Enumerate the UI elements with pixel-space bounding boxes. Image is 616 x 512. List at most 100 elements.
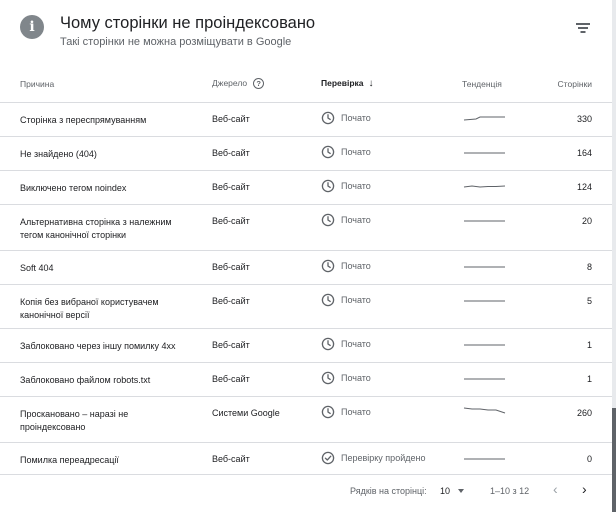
cell-source: Веб-сайт <box>212 170 321 205</box>
clock-icon <box>321 293 341 307</box>
rows-per-page-select[interactable]: 10 <box>440 484 470 498</box>
cell-reason: Сторінка з переспрямуванням <box>0 102 212 137</box>
cell-pages: 260 <box>537 396 612 443</box>
cell-trend <box>462 362 537 397</box>
table-row[interactable]: Копія без вибраної користувачем канонічн… <box>0 284 612 329</box>
trend-sparkline <box>464 300 505 301</box>
cell-source: Веб-сайт <box>212 442 321 475</box>
index-issues-card: i Чому сторінки не проіндексовано Такі с… <box>0 0 612 512</box>
trend-sparkline <box>463 407 506 413</box>
cell-trend <box>462 204 537 251</box>
trend-sparkline <box>464 220 505 221</box>
cell-trend <box>462 136 537 171</box>
cell-validation: Почато <box>321 250 462 285</box>
cell-reason: Заблоковано файлом robots.txt <box>0 362 212 397</box>
rows-per-page-label: Рядків на сторінці: <box>350 486 427 496</box>
cell-reason: Проскановано – наразі не проіндексовано <box>0 396 212 443</box>
validation-status: Почато <box>341 338 371 349</box>
clock-icon <box>321 111 341 125</box>
column-header-validation[interactable]: Перевірка ↓ <box>321 66 462 103</box>
cell-trend <box>462 284 537 329</box>
cell-reason: Виключено тегом noindex <box>0 170 212 205</box>
scrollbar-thumb[interactable] <box>612 408 616 512</box>
table-row[interactable]: Заблоковано через іншу помилку 4xx Веб-са… <box>0 328 612 363</box>
cell-reason: Помилка переадресації <box>0 442 212 475</box>
cell-validation: Почато <box>321 170 462 205</box>
cell-trend <box>462 328 537 363</box>
trend-sparkline <box>464 152 505 153</box>
table-row[interactable]: Виключено тегом noindex Веб-сайт Почато 124 <box>0 170 612 205</box>
cell-pages: 5 <box>537 284 612 329</box>
validation-status: Почато <box>341 294 371 305</box>
cell-reason: Не знайдено (404) <box>0 136 212 171</box>
cell-source: Веб-сайт <box>212 328 321 363</box>
info-icon: i <box>20 15 44 39</box>
cell-reason: Заблоковано через іншу помилку 4xx <box>0 328 212 363</box>
cell-validation: Почато <box>321 136 462 171</box>
cell-pages: 330 <box>537 102 612 137</box>
check-circle-icon <box>321 451 341 465</box>
validation-status: Почато <box>341 406 371 417</box>
filter-icon[interactable] <box>574 20 592 36</box>
pagination: Рядків на сторінці: 10 1–10 з 12 ‹ › <box>0 478 612 504</box>
validation-status: Почато <box>341 146 371 157</box>
clock-icon <box>321 179 341 193</box>
validation-status: Перевірку пройдено <box>341 452 426 463</box>
column-header-trend: Тенденція <box>462 66 537 103</box>
cell-trend <box>462 250 537 285</box>
validation-status: Почато <box>341 112 371 123</box>
rows-per-page-value: 10 <box>440 486 451 496</box>
cell-source: Веб-сайт <box>212 204 321 251</box>
trend-sparkline <box>464 458 505 459</box>
cell-pages: 124 <box>537 170 612 205</box>
column-header-pages[interactable]: Сторінки <box>537 66 612 103</box>
validation-status: Почато <box>341 260 371 271</box>
clock-icon <box>321 371 341 385</box>
table-row[interactable]: Заблоковано файлом robots.txt Веб-сайт Поч… <box>0 362 612 397</box>
trend-sparkline <box>464 266 505 267</box>
clock-icon <box>321 405 341 419</box>
cell-source: Веб-сайт <box>212 250 321 285</box>
cell-trend <box>462 396 537 443</box>
cell-source: Веб-сайт <box>212 136 321 171</box>
card-subtitle: Такі сторінки не можна розміщувати в Goo… <box>60 36 292 48</box>
cell-pages: 164 <box>537 136 612 171</box>
cell-pages: 1 <box>537 328 612 363</box>
cell-pages: 8 <box>537 250 612 285</box>
trend-sparkline <box>464 344 505 345</box>
cell-pages: 0 <box>537 442 612 475</box>
validation-status: Почато <box>341 180 371 191</box>
cell-trend <box>462 102 537 137</box>
validation-status: Почато <box>341 214 371 225</box>
cell-validation: Перевірку пройдено <box>321 442 462 475</box>
table-row[interactable]: Не знайдено (404) Веб-сайт Почато 164 <box>0 136 612 171</box>
pagination-range: 1–10 з 12 <box>490 486 530 496</box>
cell-validation: Почато <box>321 284 462 329</box>
trend-sparkline <box>463 116 505 120</box>
arrow-down-icon: ↓ <box>368 78 374 90</box>
cell-trend <box>462 442 537 475</box>
cell-pages: 20 <box>537 204 612 251</box>
validation-status: Почато <box>341 372 371 383</box>
help-icon[interactable]: ? <box>253 78 265 90</box>
cell-reason: Копія без вибраної користувачем канонічн… <box>0 284 212 329</box>
prev-page-icon[interactable]: ‹ <box>553 481 567 497</box>
table-header-row: Причина Джерело? Перевірка ↓ Тенденція Ст… <box>0 66 612 103</box>
cell-validation: Почато <box>321 328 462 363</box>
cell-validation: Почато <box>321 396 462 443</box>
cell-source: Веб-сайт <box>212 362 321 397</box>
clock-icon <box>321 337 341 351</box>
cell-source: Веб-сайт <box>212 284 321 329</box>
table-row[interactable]: Soft 404 Веб-сайт Почато 8 <box>0 250 612 285</box>
table-row[interactable]: Помилка переадресації Веб-сайт Перевірку п… <box>0 442 612 475</box>
table-row[interactable]: Альтернативна сторінка з належним тегом … <box>0 204 612 251</box>
column-header-reason[interactable]: Причина <box>0 66 212 103</box>
cell-source: Системи Google <box>212 396 321 443</box>
table-row[interactable]: Сторінка з переспрямуванням Веб-сайт Почат… <box>0 102 612 137</box>
cell-source: Веб-сайт <box>212 102 321 137</box>
column-header-source[interactable]: Джерело? <box>212 66 321 103</box>
trend-sparkline <box>464 378 505 379</box>
next-page-icon[interactable]: › <box>582 481 596 497</box>
caret-down-icon <box>458 489 464 493</box>
table-row[interactable]: Проскановано – наразі не проіндексовано С… <box>0 396 612 443</box>
